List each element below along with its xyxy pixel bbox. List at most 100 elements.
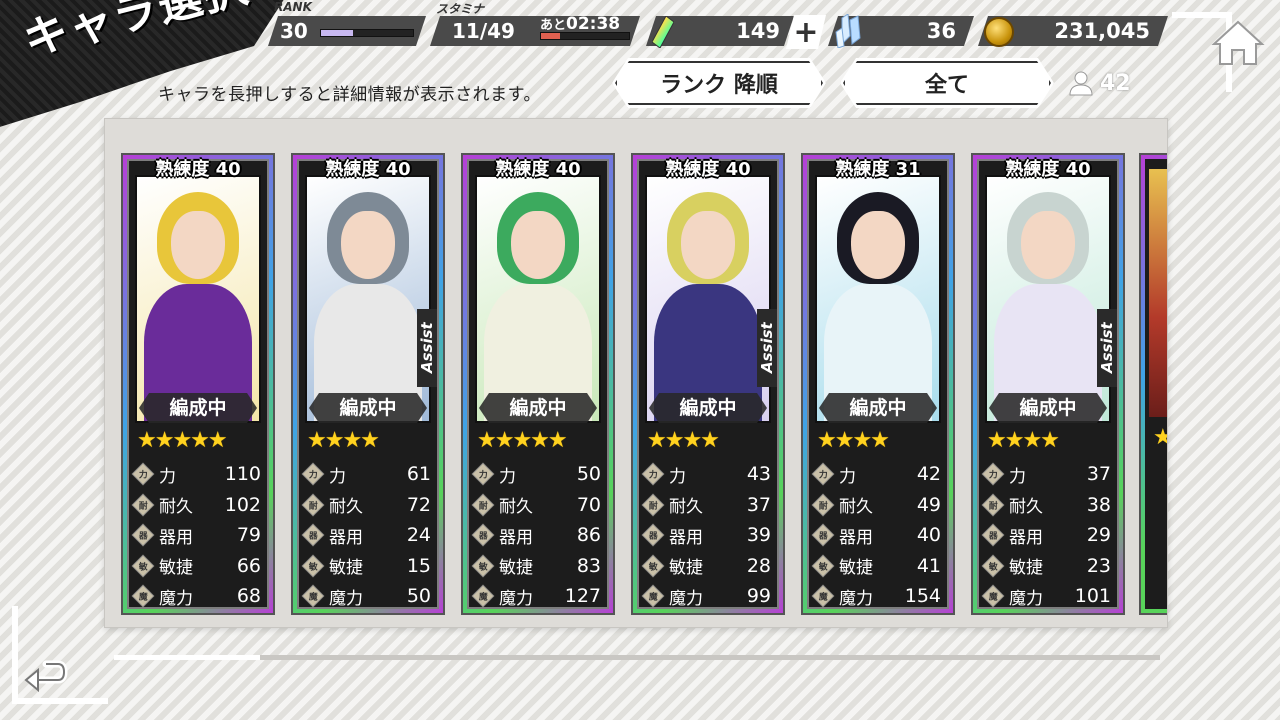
card-inner: 熟練度 40 編成中 ★★★★★ 力 力 110 耐 耐久 102 器 器用 7…: [127, 159, 269, 609]
long-press-hint: キャラを長押しすると詳細情報が表示されます。: [158, 85, 541, 105]
stat-name: 敏捷: [499, 558, 533, 579]
coin-count: 231,045: [1054, 19, 1150, 43]
stat-icon: 耐: [301, 493, 325, 517]
stamina-timer-prefix: あと: [540, 18, 567, 33]
stat-value: 101: [1074, 585, 1111, 608]
card-inner: 熟練度 40 Assist 編成中 ★★★★ 力 力 61 耐 耐久 72 器 …: [297, 159, 439, 609]
stat-row: 魔 魔力 127: [471, 581, 601, 612]
stat-icon: 耐: [471, 493, 495, 517]
coin-icon: [984, 17, 1014, 47]
stat-name: 器用: [669, 527, 703, 548]
stat-value: 68: [236, 585, 261, 608]
stat-row: 魔 魔力 50: [301, 581, 431, 612]
stat-value: 50: [576, 463, 601, 486]
stamina-value: 11/49: [452, 19, 515, 43]
character-card[interactable]: 熟練度 40 編成中 ★★★★★ 力 力 110 耐 耐久 102 器 器用 7…: [121, 153, 275, 615]
character-card[interactable]: 熟練度 40 Assist 編成中 ★★★★ 力 力 37 耐 耐久 38 器 …: [971, 153, 1125, 615]
rarity-stars: ★★★★: [307, 428, 380, 453]
character-card[interactable]: 熟練度 40 Assist 編成中 ★★★★ 力 力 61 耐 耐久 72 器 …: [291, 153, 445, 615]
character-portrait: [1149, 169, 1167, 417]
stat-name: 魔力: [499, 588, 533, 609]
character-card[interactable]: 熟練度 40 編成中 ★★★★★ 力 力 50 耐 耐久 70 器 器用 86 …: [461, 153, 615, 615]
rank-exp-fill: [321, 30, 353, 36]
stat-row: 耐 耐久 70: [471, 490, 601, 521]
character-portrait: [815, 175, 941, 423]
stat-row: 器 器用 40: [811, 520, 941, 551]
stat-value: 79: [236, 524, 261, 547]
character-card-row: 熟練度 40 編成中 ★★★★★ 力 力 110 耐 耐久 102 器 器用 7…: [121, 153, 1125, 619]
stat-value: 39: [746, 524, 771, 547]
stat-value: 38: [1086, 493, 1111, 516]
stat-name: 耐久: [669, 497, 703, 518]
stat-icon: 敏: [301, 554, 325, 578]
stat-row: 器 器用 24: [301, 520, 431, 551]
stat-icon: 魔: [811, 584, 835, 608]
character-list-panel[interactable]: 熟練度 40 編成中 ★★★★★ 力 力 110 耐 耐久 102 器 器用 7…: [104, 118, 1168, 628]
horizontal-scrollbar[interactable]: [114, 655, 1160, 660]
in-formation-badge: 編成中: [819, 393, 937, 423]
in-formation-badge: 編成中: [989, 393, 1107, 423]
person-icon: [1069, 71, 1093, 96]
stamina-bar: [540, 32, 630, 40]
character-card[interactable]: 熟練度 40 Assist 編成中 ★★★★ 力 力 43 耐 耐久 37 器 …: [631, 153, 785, 615]
stamina-panel: 11/49 あと02:38: [430, 16, 640, 46]
stat-name: 力: [839, 466, 856, 487]
stat-name: 耐久: [839, 497, 873, 518]
stat-value: 42: [916, 463, 941, 486]
stat-value: 15: [406, 554, 431, 577]
character-card-partial[interactable]: ★: [1139, 153, 1167, 615]
stat-name: 耐久: [159, 497, 193, 518]
stat-name: 魔力: [839, 588, 873, 609]
assist-badge: Assist: [1097, 309, 1117, 387]
stat-icon: 力: [131, 462, 155, 486]
stat-row: 敏 敏捷 41: [811, 551, 941, 582]
stat-name: 耐久: [499, 497, 533, 518]
stat-name: 魔力: [1009, 588, 1043, 609]
character-card[interactable]: 熟練度 31 編成中 ★★★★ 力 力 42 耐 耐久 49 器 器用 40 敏…: [801, 153, 955, 615]
stat-icon: 魔: [471, 584, 495, 608]
filter-button[interactable]: 全て: [840, 58, 1054, 108]
stat-icon: 器: [131, 523, 155, 547]
stat-value: 61: [406, 463, 431, 486]
stat-list: 力 力 43 耐 耐久 37 器 器用 39 敏 敏捷 28 魔 魔力 99: [641, 459, 771, 612]
stat-name: 魔力: [159, 588, 193, 609]
crystal-count: 36: [926, 19, 956, 43]
scrollbar-thumb[interactable]: [114, 655, 261, 660]
sort-order-button[interactable]: ランク 降順: [612, 58, 826, 108]
stat-name: 魔力: [669, 588, 703, 609]
back-arrow-icon[interactable]: [24, 650, 68, 694]
in-formation-badge: 編成中: [479, 393, 597, 423]
stat-row: 力 力 37: [981, 459, 1111, 490]
stat-name: 器用: [159, 527, 193, 548]
home-icon[interactable]: [1210, 18, 1266, 68]
stat-name: 敏捷: [839, 558, 873, 579]
rarity-stars: ★★★★: [817, 428, 890, 453]
assist-badge: Assist: [417, 309, 437, 387]
stamina-label: スタミナ: [436, 2, 485, 16]
stat-name: 力: [159, 466, 176, 487]
crystal-icon: [835, 14, 861, 48]
stat-name: 器用: [329, 527, 363, 548]
stat-name: 力: [669, 466, 686, 487]
stat-icon: 力: [301, 462, 325, 486]
stat-value: 86: [576, 524, 601, 547]
stat-row: 力 力 50: [471, 459, 601, 490]
stat-icon: 器: [471, 523, 495, 547]
stat-name: 力: [1009, 466, 1026, 487]
stat-value: 28: [746, 554, 771, 577]
stat-row: 魔 魔力 68: [131, 581, 261, 612]
gem-count: 149: [736, 19, 780, 43]
stat-name: 敏捷: [159, 558, 193, 579]
assist-badge: Assist: [757, 309, 777, 387]
stat-name: 魔力: [329, 588, 363, 609]
stat-name: 器用: [839, 527, 873, 548]
rarity-stars: ★: [1153, 425, 1167, 450]
stat-icon: 器: [981, 523, 1005, 547]
stat-icon: 敏: [641, 554, 665, 578]
stat-row: 魔 魔力 101: [981, 581, 1111, 612]
stat-list: 力 力 110 耐 耐久 102 器 器用 79 敏 敏捷 66 魔 魔力 68: [131, 459, 261, 612]
card-inner: 熟練度 40 Assist 編成中 ★★★★ 力 力 43 耐 耐久 37 器 …: [637, 159, 779, 609]
stat-icon: 魔: [981, 584, 1005, 608]
character-portrait: [475, 175, 601, 423]
character-portrait: [135, 175, 261, 423]
